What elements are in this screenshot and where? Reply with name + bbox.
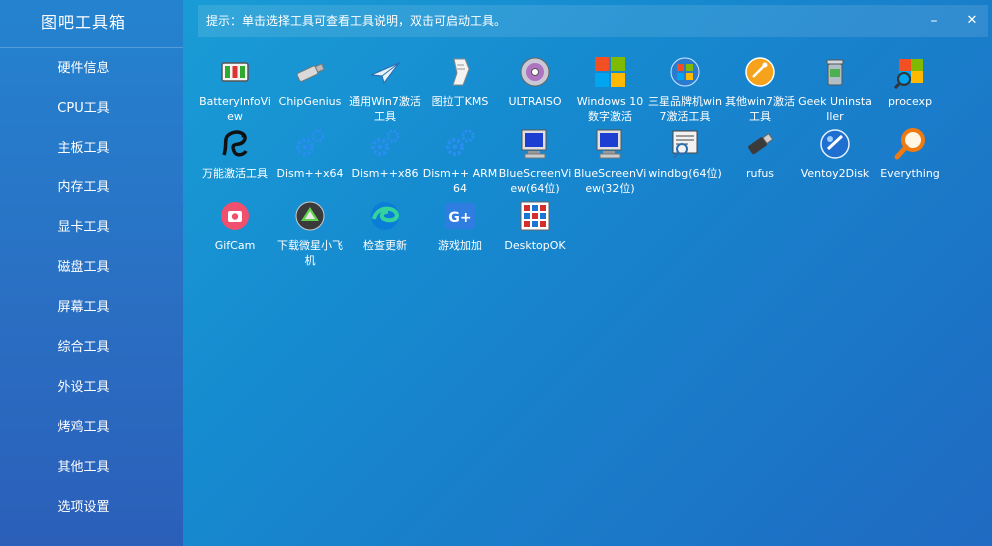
tool-label: BlueScreenView(64位) (498, 167, 572, 195)
usb-drive-icon (293, 55, 327, 89)
tool-label: Everything (880, 167, 940, 180)
tool-label: Ventoy2Disk (800, 167, 870, 180)
paper-plane-icon (368, 55, 402, 89)
tool-label: 游戏加加 (438, 239, 482, 252)
sidebar-item-stress-test[interactable]: 烤鸡工具 (0, 416, 167, 440)
tool-batteryinfoview[interactable]: BatteryInfoView (197, 55, 273, 124)
sidebar: 图吧工具箱 硬件信息 CPU工具 主板工具 内存工具 显卡工具 磁盘工具 屏幕工… (0, 0, 183, 546)
tool-windbg-64[interactable]: windbg(64位) (647, 127, 723, 181)
scroll-icon (443, 55, 477, 89)
gears-icon (368, 127, 402, 161)
sidebar-item-general[interactable]: 综合工具 (0, 336, 167, 360)
tool-ultraiso[interactable]: ULTRAISO (497, 55, 573, 109)
monitor-icon (593, 127, 627, 161)
app-title: 图吧工具箱 (40, 13, 126, 32)
tool-game-plus[interactable]: G+ 游戏加加 (422, 199, 498, 253)
tool-bluescreenview-32[interactable]: BlueScreenView(32位) (572, 127, 648, 196)
tool-label: BatteryInfoView (199, 95, 271, 123)
tool-desktopok[interactable]: DesktopOK (497, 199, 573, 253)
sidebar-item-memory[interactable]: 内存工具 (0, 176, 167, 200)
tool-label: 检查更新 (363, 239, 407, 252)
tool-win7-activator[interactable]: 通用Win7激活工具 (347, 55, 423, 124)
tool-everything[interactable]: Everything (872, 127, 948, 181)
afterburner-icon (293, 199, 327, 233)
disc-icon (518, 55, 552, 89)
ventoy-icon (818, 127, 852, 161)
windows-logo-icon (593, 55, 627, 89)
sidebar-item-screen[interactable]: 屏幕工具 (0, 296, 167, 320)
tool-ventoy2disk[interactable]: Ventoy2Disk (797, 127, 873, 181)
gears-icon (443, 127, 477, 161)
tool-label: 图拉丁KMS (431, 95, 489, 108)
gears-icon (293, 127, 327, 161)
tool-label: windbg(64位) (648, 167, 722, 180)
trash-can-icon (818, 55, 852, 89)
close-button[interactable]: ✕ (958, 5, 986, 37)
tool-label: 其他win7激活工具 (724, 95, 796, 123)
tool-label: 三星品牌机win7激活工具 (647, 95, 723, 123)
orange-circle-icon (743, 55, 777, 89)
tool-check-update[interactable]: 检查更新 (347, 199, 423, 253)
tool-other-win7-activation[interactable]: 其他win7激活工具 (722, 55, 798, 124)
tool-tuladin-kms[interactable]: 图拉丁KMS (422, 55, 498, 109)
magnifier-icon (893, 127, 927, 161)
tool-dism-x64[interactable]: Dism++x64 (272, 127, 348, 181)
tool-bluescreenview-64[interactable]: BlueScreenView(64位) (497, 127, 573, 196)
tool-label: ULTRAISO (508, 95, 562, 108)
sidebar-item-motherboard[interactable]: 主板工具 (0, 137, 167, 161)
process-explorer-icon (893, 55, 927, 89)
tool-label: Dism++ ARM64 (422, 167, 498, 195)
sidebar-item-other[interactable]: 其他工具 (0, 456, 167, 480)
tool-label: GifCam (214, 239, 256, 252)
grid-icon (518, 199, 552, 233)
tool-label: 万能激活工具 (202, 167, 268, 180)
usb-stick-icon (743, 127, 777, 161)
tool-gifcam[interactable]: GifCam (197, 199, 273, 253)
sidebar-item-disk[interactable]: 磁盘工具 (0, 256, 167, 280)
tool-label: Windows 10数字激活 (576, 95, 644, 123)
tool-windows10-activation[interactable]: Windows 10数字激活 (572, 55, 648, 124)
tool-label: Geek Uninstaller (798, 95, 872, 123)
hint-bar: 提示：单击选择工具可查看工具说明，双击可启动工具。 – ✕ (198, 5, 988, 37)
windows7-orb-icon (668, 55, 702, 89)
minimize-button[interactable]: – (920, 5, 948, 37)
camera-icon (218, 199, 252, 233)
tool-dism-arm64[interactable]: Dism++ ARM64 (422, 127, 498, 196)
tool-label: DesktopOK (504, 239, 566, 252)
battery-icon (218, 55, 252, 89)
gplus-icon: G+ (443, 199, 477, 233)
tool-rufus[interactable]: rufus (722, 127, 798, 181)
tool-label: procexp (887, 95, 933, 108)
monitor-icon (518, 127, 552, 161)
sidebar-item-peripherals[interactable]: 外设工具 (0, 376, 167, 400)
tool-label: ChipGenius (278, 95, 342, 108)
tool-label: Dism++x64 (276, 167, 344, 180)
tool-label: rufus (745, 167, 775, 180)
sidebar-item-settings[interactable]: 选项设置 (0, 496, 167, 520)
tool-chipgenius[interactable]: ChipGenius (272, 55, 348, 109)
sidebar-item-cpu-tools[interactable]: CPU工具 (0, 97, 167, 121)
edge-icon (368, 199, 402, 233)
tool-procexp[interactable]: procexp (872, 55, 948, 109)
tool-label: BlueScreenView(32位) (573, 167, 647, 195)
tool-dism-x86[interactable]: Dism++x86 (347, 127, 423, 181)
hint-text: 提示：单击选择工具可查看工具说明，双击可启动工具。 (206, 14, 507, 28)
tool-download-afterburner[interactable]: 下载微星小飞机 (272, 199, 348, 268)
dragon-icon (218, 127, 252, 161)
tool-universal-activator[interactable]: 万能激活工具 (197, 127, 273, 181)
tool-geek-uninstaller[interactable]: Geek Uninstaller (797, 55, 873, 124)
sidebar-item-gpu[interactable]: 显卡工具 (0, 216, 167, 240)
sidebar-divider (0, 47, 183, 48)
tool-samsung-win7-activation[interactable]: 三星品牌机win7激活工具 (647, 55, 723, 124)
debugger-icon (668, 127, 702, 161)
svg-text:G+: G+ (448, 210, 471, 226)
tool-label: 通用Win7激活工具 (349, 95, 421, 123)
tool-label: 下载微星小飞机 (277, 239, 343, 267)
tool-label: Dism++x86 (351, 167, 419, 180)
sidebar-item-hardware-info[interactable]: 硬件信息 (0, 57, 167, 81)
